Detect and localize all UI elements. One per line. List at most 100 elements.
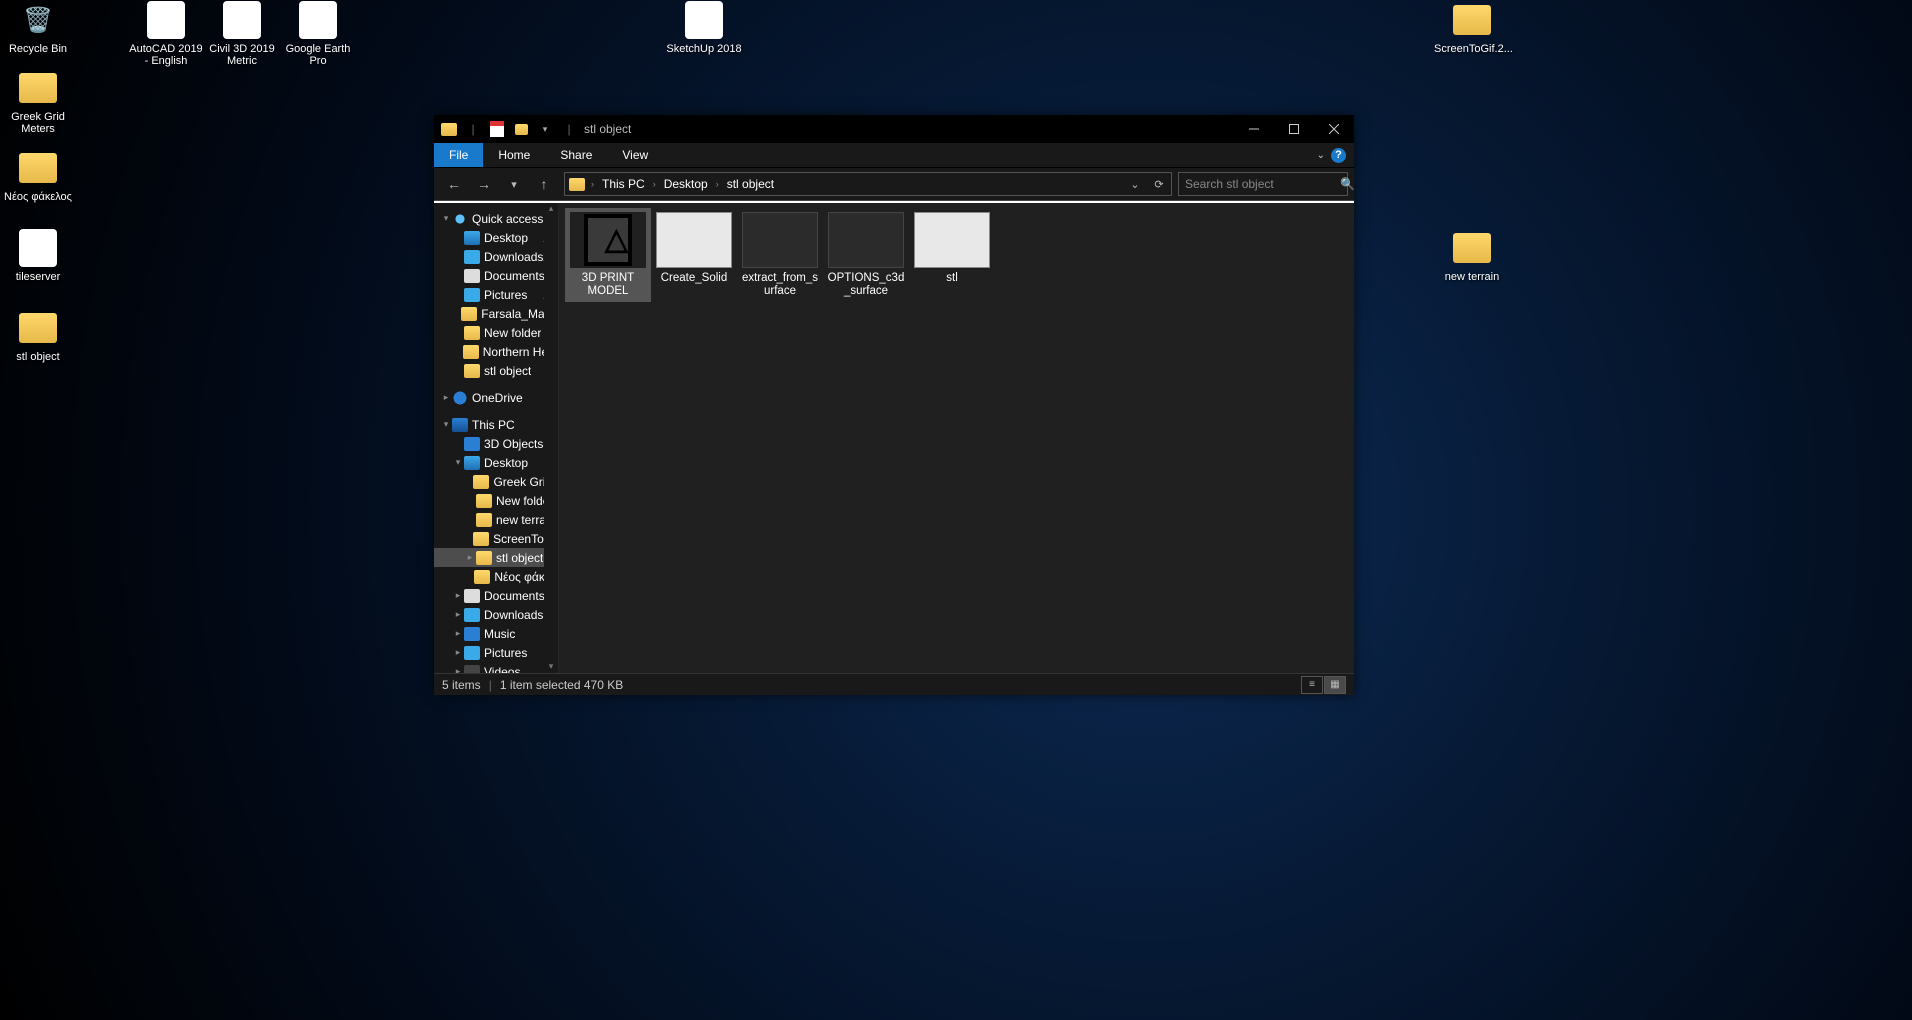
search-box[interactable]: 🔍 <box>1178 172 1348 196</box>
nav-item[interactable]: Desktop <box>434 228 558 247</box>
desktop-icon[interactable]: Civil 3D 2019 Metric <box>204 0 280 67</box>
nav-item-icon <box>452 418 468 432</box>
chevron-right-icon[interactable]: › <box>589 179 596 189</box>
nav-item-icon <box>464 364 480 378</box>
desktop-icon[interactable]: ScreenToGif.2... <box>1434 0 1510 55</box>
expand-icon[interactable]: ▸ <box>464 552 476 563</box>
nav-item[interactable]: ScreenToGif.2.1 <box>434 529 558 548</box>
desktop-icon[interactable]: stl object <box>0 308 76 363</box>
file-name: 3D PRINT MODEL <box>567 272 649 298</box>
icons-view-button[interactable]: ▦ <box>1324 676 1346 694</box>
nav-item[interactable]: Pictures <box>434 285 558 304</box>
search-input[interactable] <box>1185 177 1340 191</box>
file-item[interactable]: extract_from_surface <box>737 208 823 302</box>
desktop-icon[interactable]: Νέος φάκελος <box>0 148 76 203</box>
nav-item[interactable]: ▸Music <box>434 624 558 643</box>
desktop-icon[interactable]: new terrain <box>1434 228 1510 283</box>
desktop-icon[interactable]: Greek Grid Meters <box>0 68 76 135</box>
expand-icon[interactable]: ▸ <box>452 647 464 658</box>
nav-item[interactable]: Νέος φάκελος <box>434 567 558 586</box>
nav-item-icon <box>476 513 492 527</box>
file-item[interactable]: Create_Solid <box>651 208 737 289</box>
scroll-down-icon[interactable]: ▾ <box>544 659 558 673</box>
nav-item[interactable]: Documents <box>434 266 558 285</box>
nav-item-icon <box>464 437 480 451</box>
expand-icon[interactable]: ▾ <box>452 457 464 468</box>
nav-item[interactable]: New folder <box>434 323 558 342</box>
desktop-icon[interactable]: SketchUp 2018 <box>666 0 742 55</box>
address-bar[interactable]: › This PC › Desktop › stl object ⌄ ⟳ <box>564 172 1172 196</box>
status-item-count: 5 items <box>442 678 481 692</box>
nav-item-icon <box>473 532 489 546</box>
expand-icon[interactable]: ▸ <box>452 609 464 620</box>
nav-item[interactable]: 3D Objects <box>434 434 558 453</box>
ribbon-expand-icon[interactable]: ⌄ <box>1317 150 1325 161</box>
address-dropdown-button[interactable]: ⌄ <box>1123 173 1147 195</box>
nav-item[interactable]: Greek Grid Met <box>434 472 558 491</box>
desktop[interactable]: 🗑️Recycle Bin AutoCAD 2019 - EnglishCivil… <box>0 0 1912 1020</box>
chevron-right-icon[interactable]: › <box>651 179 658 189</box>
nav-item[interactable]: Northern Hemis <box>434 342 558 361</box>
expand-icon[interactable]: ▸ <box>440 392 452 403</box>
file-item[interactable]: OPTIONS_c3d_surface <box>823 208 909 302</box>
nav-item[interactable]: ▸Documents <box>434 586 558 605</box>
refresh-button[interactable]: ⟳ <box>1147 173 1171 195</box>
nav-item[interactable]: ▸Pictures <box>434 643 558 662</box>
expand-icon[interactable]: ▸ <box>452 628 464 639</box>
tab-share[interactable]: Share <box>545 143 607 167</box>
breadcrumb-segment[interactable]: stl object <box>723 173 778 195</box>
window-title: stl object <box>584 122 631 136</box>
up-button[interactable]: ↑ <box>530 171 558 197</box>
file-item[interactable]: 3D PRINT MODEL <box>565 208 651 302</box>
breadcrumb-segment[interactable]: This PC <box>598 173 649 195</box>
nav-scrollbar[interactable]: ▴ ▾ <box>544 201 558 673</box>
navigation-pane[interactable]: ▾Quick accessDesktopDownloadsDocumentsPi… <box>434 201 559 673</box>
nav-item[interactable]: Downloads <box>434 247 558 266</box>
folder-icon <box>569 178 585 191</box>
desktop-icon[interactable]: 🗑️Recycle Bin <box>0 0 76 55</box>
desktop-icon[interactable]: tileserver <box>0 228 76 283</box>
nav-item[interactable]: ▾Desktop <box>434 453 558 472</box>
details-view-button[interactable]: ≡ <box>1301 676 1323 694</box>
nav-item[interactable]: ▸Downloads <box>434 605 558 624</box>
close-button[interactable] <box>1314 115 1354 143</box>
forward-button[interactable]: → <box>470 171 498 197</box>
back-button[interactable]: ← <box>440 171 468 197</box>
nav-item[interactable]: ▾Quick access <box>434 209 558 228</box>
expand-icon[interactable]: ▸ <box>452 666 464 673</box>
content-pane[interactable]: 3D PRINT MODELCreate_Solidextract_from_s… <box>559 201 1354 673</box>
titlebar[interactable]: | ▾ | stl object <box>434 115 1354 143</box>
folder-icon-small[interactable] <box>510 118 532 140</box>
quick-access-icon[interactable] <box>486 118 508 140</box>
file-explorer-window[interactable]: | ▾ | stl object File Ho <box>434 115 1354 695</box>
tab-file[interactable]: File <box>434 143 483 167</box>
tab-view[interactable]: View <box>607 143 663 167</box>
search-icon[interactable]: 🔍 <box>1340 177 1355 191</box>
expand-icon[interactable]: ▸ <box>452 590 464 601</box>
expand-icon[interactable]: ▾ <box>440 213 452 224</box>
help-icon[interactable]: ? <box>1331 148 1346 163</box>
scroll-up-icon[interactable]: ▴ <box>544 201 558 215</box>
nav-item-icon <box>464 589 480 603</box>
qat-dropdown[interactable]: ▾ <box>534 118 556 140</box>
nav-item[interactable]: Farsala_Master_O <box>434 304 558 323</box>
nav-item[interactable]: new terrain <box>434 510 558 529</box>
minimize-button[interactable] <box>1234 115 1274 143</box>
recent-locations-button[interactable]: ▾ <box>500 171 528 197</box>
nav-item[interactable]: ▸stl object <box>434 548 558 567</box>
nav-item[interactable]: stl object <box>434 361 558 380</box>
breadcrumb-segment[interactable]: Desktop <box>660 173 712 195</box>
chevron-right-icon[interactable]: › <box>714 179 721 189</box>
desktop-icon[interactable]: Google Earth Pro <box>280 0 356 67</box>
file-item[interactable]: stl <box>909 208 995 289</box>
nav-item[interactable]: ▸Videos <box>434 662 558 673</box>
file-thumbnail <box>914 212 990 268</box>
desktop-icon[interactable]: AutoCAD 2019 - English <box>128 0 204 67</box>
tab-home[interactable]: Home <box>483 143 545 167</box>
maximize-button[interactable] <box>1274 115 1314 143</box>
nav-item[interactable]: New folder <box>434 491 558 510</box>
nav-item[interactable]: ▸ OneDrive <box>434 388 558 407</box>
nav-item-label: OneDrive <box>472 391 523 405</box>
nav-item[interactable]: ▾This PC <box>434 415 558 434</box>
expand-icon[interactable]: ▾ <box>440 419 452 430</box>
